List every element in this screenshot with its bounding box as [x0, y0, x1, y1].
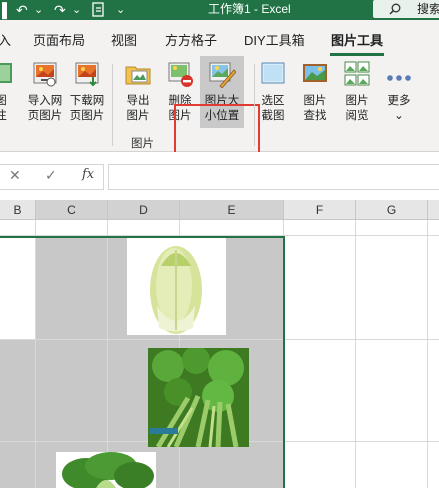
cell[interactable] — [108, 220, 180, 236]
cell[interactable] — [0, 442, 36, 488]
search-label: 搜索 — [417, 2, 439, 16]
file-share-icon[interactable] — [92, 2, 106, 22]
picture-browse-icon — [344, 61, 370, 86]
ribbon-tabs: 入 页面布局 视图 方方格子 DIY工具箱 图片工具 — [0, 20, 439, 56]
picture-annotate-button[interactable]: 图 注 — [0, 56, 16, 128]
picture-size-position-icon — [209, 62, 236, 88]
cell[interactable] — [428, 220, 439, 236]
redo-icon[interactable]: ↷ — [54, 1, 66, 19]
column-header-g[interactable]: G — [356, 200, 428, 220]
tab-view[interactable]: 视图 — [111, 30, 137, 49]
search-icon — [389, 3, 401, 15]
cell[interactable] — [428, 340, 439, 442]
celery-picture[interactable] — [148, 348, 249, 447]
cell[interactable] — [428, 236, 439, 340]
export-picture-button[interactable]: 导出 图片 — [118, 56, 158, 128]
redo-dropdown-icon[interactable]: ⌄ — [72, 1, 81, 19]
tab-picture-tools[interactable]: 图片工具 — [331, 30, 383, 49]
picture-annotate-icon — [0, 63, 12, 83]
cell[interactable] — [180, 220, 284, 236]
cell[interactable] — [36, 220, 108, 236]
cell[interactable] — [356, 236, 428, 340]
cancel-icon[interactable]: ✕ — [9, 167, 21, 184]
import-web-pictures-label: 导入网 页图片 — [27, 95, 63, 122]
ribbon-group-label: 图片 — [131, 138, 154, 150]
tab-page-layout[interactable]: 页面布局 — [33, 30, 85, 49]
title-bar: ▌ ↶ ⌄ ↷ ⌄ ⌄ 工作簿1 - Excel 搜索 — [0, 0, 439, 20]
download-web-pictures-label: 下载网 页图片 — [69, 95, 105, 122]
cell[interactable] — [356, 442, 428, 488]
cell[interactable] — [0, 340, 36, 442]
download-web-picture-icon — [75, 62, 99, 87]
formula-bar: ✕ ✓ fx — [0, 152, 439, 200]
picture-annotate-label: 图 注 — [0, 95, 7, 122]
ribbon-separator — [254, 64, 255, 146]
more-button[interactable]: 更多 ⌄ — [382, 56, 416, 128]
celery-image — [148, 348, 249, 447]
chinese-cabbage-image — [127, 236, 226, 335]
export-picture-icon — [125, 66, 151, 85]
cell[interactable] — [0, 220, 36, 236]
selection-screenshot-label: 选区 截图 — [261, 95, 285, 122]
insert-function-icon[interactable]: fx — [82, 167, 94, 182]
picture-browse-button[interactable]: 图片 阅览 — [338, 56, 376, 128]
formula-input[interactable] — [108, 164, 439, 190]
ribbon-panel: 图 注 导入网 页图片 下载网 页图片 导出 图片 删除 图片 图片大 小位置 … — [0, 56, 439, 197]
undo-dropdown-icon[interactable]: ⌄ — [34, 1, 43, 19]
import-web-picture-icon — [33, 62, 57, 87]
tab-diy-toolbox[interactable]: DIY工具箱 — [244, 30, 305, 49]
column-header-b[interactable]: B — [0, 200, 36, 220]
bok-choy-image — [56, 452, 156, 488]
tab-insert[interactable]: 入 — [0, 30, 11, 49]
picture-find-button[interactable]: 图片 查找 — [298, 56, 332, 128]
search-box[interactable]: 搜索 — [373, 0, 439, 18]
import-web-pictures-button[interactable]: 导入网 页图片 — [25, 56, 65, 128]
cell[interactable] — [428, 442, 439, 488]
tab-fangfang-gezi[interactable]: 方方格子 — [165, 30, 217, 49]
more-dots-icon — [387, 75, 411, 81]
cell[interactable] — [0, 236, 36, 340]
column-header-c[interactable]: C — [36, 200, 108, 220]
column-header-f[interactable]: F — [284, 200, 356, 220]
window-edge-icon: ▌ — [2, 2, 12, 18]
customize-qat-icon[interactable]: ⌄ — [116, 1, 125, 19]
column-header-d[interactable]: D — [108, 200, 180, 220]
cell[interactable] — [284, 236, 356, 340]
cell[interactable] — [284, 442, 356, 488]
delete-picture-icon — [168, 62, 193, 87]
picture-find-icon — [303, 64, 327, 82]
cell[interactable] — [180, 442, 284, 488]
chinese-cabbage-picture[interactable] — [127, 236, 226, 335]
export-picture-label: 导出 图片 — [126, 95, 150, 122]
cell[interactable] — [356, 340, 428, 442]
bok-choy-picture[interactable] — [56, 452, 156, 488]
column-header-e[interactable]: E — [180, 200, 284, 220]
cell[interactable] — [356, 220, 428, 236]
selection-screenshot-icon — [261, 62, 285, 84]
cell[interactable] — [36, 340, 108, 442]
undo-icon[interactable]: ↶ — [16, 1, 28, 19]
more-label: 更多 ⌄ — [387, 95, 411, 122]
column-header-next[interactable] — [428, 200, 439, 220]
picture-browse-label: 图片 阅览 — [345, 95, 369, 122]
window-title: 工作簿1 - Excel — [208, 2, 291, 16]
ribbon-separator — [112, 64, 113, 146]
picture-find-label: 图片 查找 — [303, 95, 327, 122]
confirm-icon[interactable]: ✓ — [45, 167, 57, 184]
selection-screenshot-button[interactable]: 选区 截图 — [256, 56, 290, 128]
cell[interactable] — [36, 236, 108, 340]
cell[interactable] — [284, 220, 356, 236]
download-web-pictures-button[interactable]: 下载网 页图片 — [66, 56, 108, 128]
cell[interactable] — [284, 340, 356, 442]
